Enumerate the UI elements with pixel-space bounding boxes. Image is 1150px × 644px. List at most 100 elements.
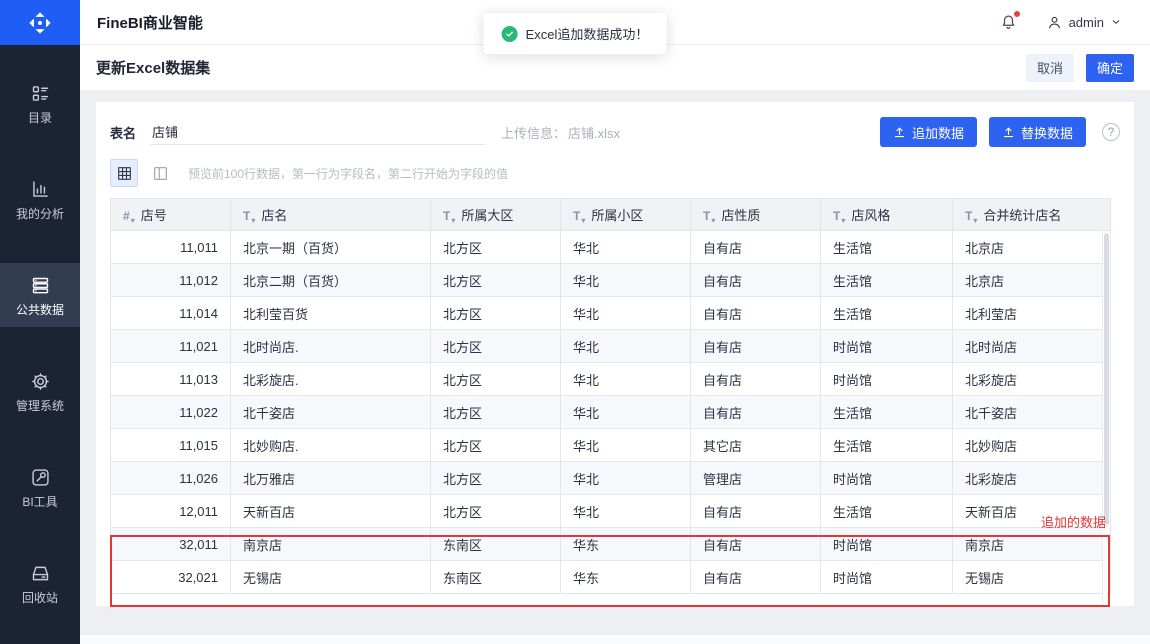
my-analysis-icon	[30, 179, 51, 200]
table-cell: 11,011	[111, 231, 231, 264]
scrollbar-thumb[interactable]	[1104, 233, 1109, 525]
pane-view-toggle[interactable]	[146, 159, 174, 187]
sort-icon: ▾	[973, 216, 977, 225]
text-type-icon: T	[703, 209, 710, 223]
table-header-row: #▾店号T▾店名T▾所属大区T▾所属小区T▾店性质T▾店风格T▾合并统计店名	[111, 199, 1111, 231]
table-cell: 北时尚店	[953, 330, 1111, 363]
table-cell: 北妙购店	[953, 429, 1111, 462]
table-cell: 北京店	[953, 231, 1111, 264]
table-cell: 11,013	[111, 363, 231, 396]
table-cell: 时尚馆	[821, 363, 953, 396]
table-cell: 自有店	[691, 264, 821, 297]
table-cell: 北方区	[431, 363, 561, 396]
grid-view-toggle[interactable]	[110, 159, 138, 187]
table-name-input[interactable]	[150, 119, 485, 145]
dataset-form-row: 表名 上传信息： 店铺.xlsx 追加数据	[110, 114, 1120, 150]
notification-bell-icon[interactable]	[999, 13, 1018, 32]
table-cell: 华东	[561, 528, 691, 561]
data-table-wrap: #▾店号T▾店名T▾所属大区T▾所属小区T▾店性质T▾店风格T▾合并统计店名 1…	[110, 198, 1110, 594]
sidebar-item-label: 公共数据	[16, 304, 64, 316]
table-cell: 自有店	[691, 396, 821, 429]
table-cell: 管理店	[691, 462, 821, 495]
finebi-logo[interactable]	[0, 0, 80, 45]
content-area: 表名 上传信息： 店铺.xlsx 追加数据	[80, 90, 1150, 644]
table-row: 11,022北千姿店北方区华北自有店生活馆北千姿店	[111, 396, 1111, 429]
table-cell: 天新百店	[231, 495, 431, 528]
table-cell: 时尚馆	[821, 330, 953, 363]
sidebar-item-tools[interactable]: BI工具	[0, 455, 80, 519]
table-cell: 北千姿店	[231, 396, 431, 429]
table-cell: 自有店	[691, 297, 821, 330]
table-cell: 华北	[561, 231, 691, 264]
append-data-button[interactable]: 追加数据	[880, 117, 977, 147]
chevron-down-icon	[1110, 16, 1122, 28]
table-cell: 11,014	[111, 297, 231, 330]
preview-hint: 预览前100行数据，第一行为字段名，第二行开始为字段的值	[188, 165, 508, 182]
sidebar-item-label: 目录	[28, 112, 52, 124]
app-title: FineBI商业智能	[97, 12, 203, 33]
table-cell: 北方区	[431, 495, 561, 528]
table-cell: 北千姿店	[953, 396, 1111, 429]
upload-info-label: 上传信息：	[501, 123, 566, 142]
table-cell: 自有店	[691, 330, 821, 363]
column-header-store-name[interactable]: T▾店名	[231, 199, 431, 231]
sort-icon: ▾	[841, 216, 845, 225]
help-icon[interactable]: ?	[1102, 123, 1120, 141]
column-header-merged-name[interactable]: T▾合并统计店名	[953, 199, 1111, 231]
directory-icon	[30, 83, 51, 104]
table-cell: 北利莹店	[953, 297, 1111, 330]
toast-success: Excel追加数据成功！	[484, 13, 667, 54]
column-header-district[interactable]: T▾所属小区	[561, 199, 691, 231]
dataset-card: 表名 上传信息： 店铺.xlsx 追加数据	[96, 102, 1134, 606]
sidebar-nav: 目录我的分析公共数据管理系统 BI工具回收站	[0, 45, 80, 644]
sidebar-item-recycle[interactable]: 回收站	[0, 551, 80, 615]
column-label: 店号	[141, 208, 167, 223]
page-actions: 取消 确定	[1026, 54, 1134, 82]
confirm-button[interactable]: 确定	[1086, 54, 1134, 82]
table-cell: 自有店	[691, 561, 821, 594]
sidebar-item-label: 回收站	[22, 592, 58, 604]
table-cell: 自有店	[691, 363, 821, 396]
text-type-icon: T	[833, 209, 840, 223]
notification-badge	[1013, 10, 1021, 18]
table-cell: 11,022	[111, 396, 231, 429]
column-header-store-no[interactable]: #▾店号	[111, 199, 231, 231]
table-row: 11,014北利莹百货北方区华北自有店生活馆北利莹店	[111, 297, 1111, 330]
sidebar-item-public-data[interactable]: 公共数据	[0, 263, 80, 327]
table-cell: 无锡店	[231, 561, 431, 594]
sidebar-item-directory[interactable]: 目录	[0, 71, 80, 135]
user-menu[interactable]: admin	[1046, 14, 1122, 31]
column-header-store-type[interactable]: T▾店性质	[691, 199, 821, 231]
table-cell: 生活馆	[821, 429, 953, 462]
sidebar-item-analysis[interactable]: 我的分析	[0, 167, 80, 231]
main-area: FineBI商业智能 admin	[80, 0, 1150, 644]
sort-icon: ▾	[131, 216, 135, 225]
text-type-icon: T	[443, 209, 450, 223]
sidebar-item-manage[interactable]: 管理系统	[0, 359, 80, 423]
horizontal-scrollbar-track[interactable]	[80, 634, 1150, 644]
text-type-icon: T	[243, 209, 250, 223]
table-cell: 北方区	[431, 396, 561, 429]
table-cell: 北方区	[431, 462, 561, 495]
table-row: 11,026北万雅店北方区华北管理店时尚馆北彩旋店	[111, 462, 1111, 495]
table-cell: 南京店	[953, 528, 1111, 561]
table-cell: 华北	[561, 297, 691, 330]
table-cell: 32,021	[111, 561, 231, 594]
table-cell: 北方区	[431, 231, 561, 264]
column-label: 合并统计店名	[983, 208, 1061, 223]
column-header-region[interactable]: T▾所属大区	[431, 199, 561, 231]
replace-data-button[interactable]: 替换数据	[989, 117, 1086, 147]
vertical-scrollbar[interactable]	[1102, 231, 1110, 605]
data-table: #▾店号T▾店名T▾所属大区T▾所属小区T▾店性质T▾店风格T▾合并统计店名 1…	[110, 198, 1111, 594]
table-cell: 南京店	[231, 528, 431, 561]
table-cell: 华东	[561, 561, 691, 594]
sidebar-item-label: 管理系统	[16, 400, 64, 412]
cancel-button[interactable]: 取消	[1026, 54, 1074, 82]
table-cell: 时尚馆	[821, 561, 953, 594]
column-header-store-style[interactable]: T▾店风格	[821, 199, 953, 231]
gear-icon	[30, 371, 51, 392]
table-cell: 华北	[561, 330, 691, 363]
table-cell: 11,021	[111, 330, 231, 363]
table-cell: 北彩旋店	[953, 462, 1111, 495]
table-body: 11,011北京一期（百货）北方区华北自有店生活馆北京店11,012北京二期（百…	[111, 231, 1111, 594]
